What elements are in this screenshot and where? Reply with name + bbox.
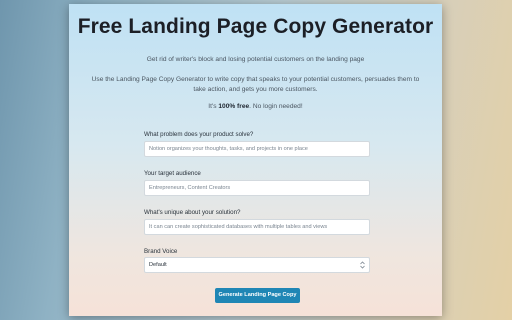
brand-voice-label: Brand Voice [144,248,178,255]
free-bold: 100% free [218,103,250,110]
audience-label: Your target audience [144,170,201,177]
brand-voice-select[interactable]: Default [144,257,370,273]
chevron-up-down-icon [360,258,365,272]
page-title: Free Landing Page Copy Generator [77,15,434,38]
generate-button[interactable]: Generate Landing Page Copy [215,288,300,303]
free-suffix: . No login needed! [249,103,303,110]
unique-input[interactable]: It can can create sophisticated database… [144,219,370,235]
free-prefix: It's [208,103,219,110]
unique-label: What's unique about your solution? [144,209,241,216]
generator-card: Free Landing Page Copy Generator Get rid… [69,4,442,316]
problem-label: What problem does your product solve? [144,131,254,138]
audience-input[interactable]: Entrepreneurs, Content Creators [144,180,370,196]
problem-input[interactable]: Notion organizes your thoughts, tasks, a… [144,141,370,157]
brand-voice-value: Default [149,262,167,268]
page-description: Use the Landing Page Copy Generator to w… [91,76,420,93]
page-subtitle: Get rid of writer's block and losing pot… [146,56,365,63]
free-notice: It's 100% free. No login needed! [89,102,422,112]
